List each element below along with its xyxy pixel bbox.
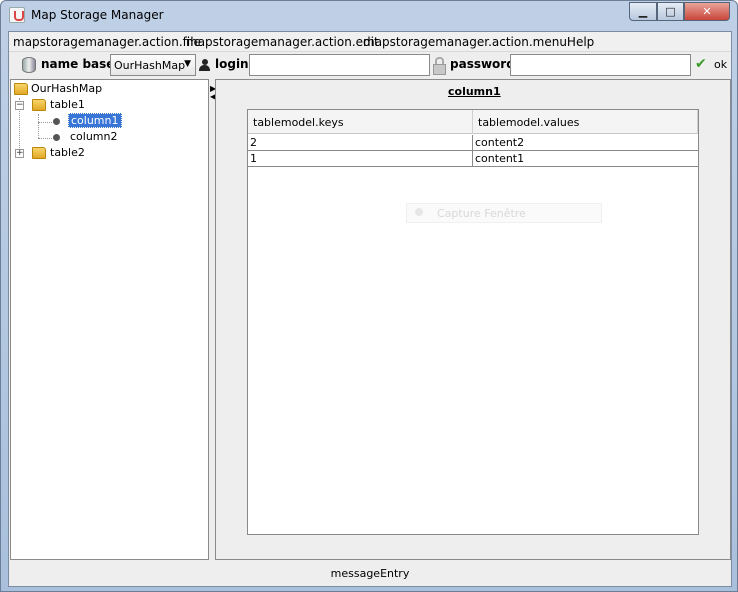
tree-node-column1[interactable]: column1 — [11, 113, 206, 129]
capture-overlay-text: Capture Fenêtre — [437, 207, 526, 220]
toolbar: name base : OurHashMap ▼ login : passwor… — [9, 52, 731, 78]
detail-title: column1 — [448, 85, 501, 98]
folder-icon — [14, 83, 28, 95]
collapse-toggle-icon[interactable]: − — [15, 101, 24, 110]
tree-table1-label: table1 — [50, 98, 85, 111]
tree-column1-label: column1 — [68, 113, 122, 128]
dropdown-arrow-icon: ▼ — [184, 59, 191, 69]
table-row[interactable]: 2 content2 — [248, 135, 698, 151]
table-cell[interactable]: 2 — [248, 135, 472, 151]
menu-help[interactable]: mapstoragemanager.action.menuHelp — [363, 35, 594, 49]
title-bar[interactable]: Map Storage Manager ▁ □ ✕ — [1, 1, 737, 31]
menu-edit[interactable]: mapstoragemanager.action.edit — [186, 35, 379, 49]
column-header-values[interactable]: tablemodel.values — [473, 110, 698, 134]
name-base-value: OurHashMap — [114, 59, 186, 72]
menu-bar: mapstoragemanager.action.file mapstorage… — [9, 32, 731, 52]
column-header-keys[interactable]: tablemodel.keys — [248, 110, 473, 134]
leaf-node-icon — [53, 118, 60, 125]
user-icon — [199, 59, 210, 72]
ok-label: ok — [714, 58, 728, 71]
table-header: tablemodel.keys tablemodel.values — [248, 110, 698, 134]
tree-node-table1[interactable]: − table1 — [11, 97, 206, 113]
table-cell[interactable]: content1 — [472, 151, 698, 167]
lock-icon — [433, 57, 446, 75]
name-base-select[interactable]: OurHashMap ▼ — [110, 54, 196, 76]
client-area: mapstoragemanager.action.file mapstorage… — [8, 31, 732, 587]
tree-node-column2[interactable]: column2 — [11, 129, 206, 145]
table-row[interactable]: 1 content1 — [248, 151, 698, 167]
checkmark-icon: ✔ — [695, 56, 707, 72]
tree-column2-label: column2 — [70, 130, 118, 143]
password-input[interactable] — [510, 54, 691, 76]
folder-icon — [32, 99, 46, 111]
tree-panel: OurHashMap − table1 column1 column2 + ta… — [10, 79, 209, 560]
database-icon — [22, 57, 36, 73]
java-app-icon — [9, 7, 25, 23]
data-table: tablemodel.keys tablemodel.values 2 cont… — [247, 109, 699, 535]
tree-root-label: OurHashMap — [31, 82, 103, 95]
leaf-node-icon — [53, 134, 60, 141]
capture-overlay: Capture Fenêtre — [406, 203, 602, 223]
table-cell[interactable]: 1 — [248, 151, 472, 167]
window-title: Map Storage Manager — [31, 8, 164, 22]
login-input[interactable] — [249, 54, 430, 76]
folder-icon — [32, 147, 46, 159]
status-message: messageEntry — [330, 567, 410, 580]
capture-icon — [415, 208, 423, 216]
tree-table2-label: table2 — [50, 146, 85, 159]
close-button[interactable]: ✕ — [684, 2, 730, 21]
ok-button[interactable]: ✔ ok — [693, 56, 731, 74]
tree-node-table2[interactable]: + table2 — [11, 145, 206, 161]
detail-panel: column1 tablemodel.keys tablemodel.value… — [215, 79, 731, 560]
status-bar: messageEntry — [9, 565, 731, 586]
minimize-button[interactable]: ▁ — [629, 2, 657, 21]
maximize-button[interactable]: □ — [657, 2, 684, 21]
table-cell[interactable]: content2 — [472, 135, 698, 151]
tree-node-root[interactable]: OurHashMap — [11, 81, 206, 97]
app-window: Map Storage Manager ▁ □ ✕ mapstoragemana… — [0, 0, 738, 592]
expand-toggle-icon[interactable]: + — [15, 149, 24, 158]
menu-file[interactable]: mapstoragemanager.action.file — [13, 35, 201, 49]
